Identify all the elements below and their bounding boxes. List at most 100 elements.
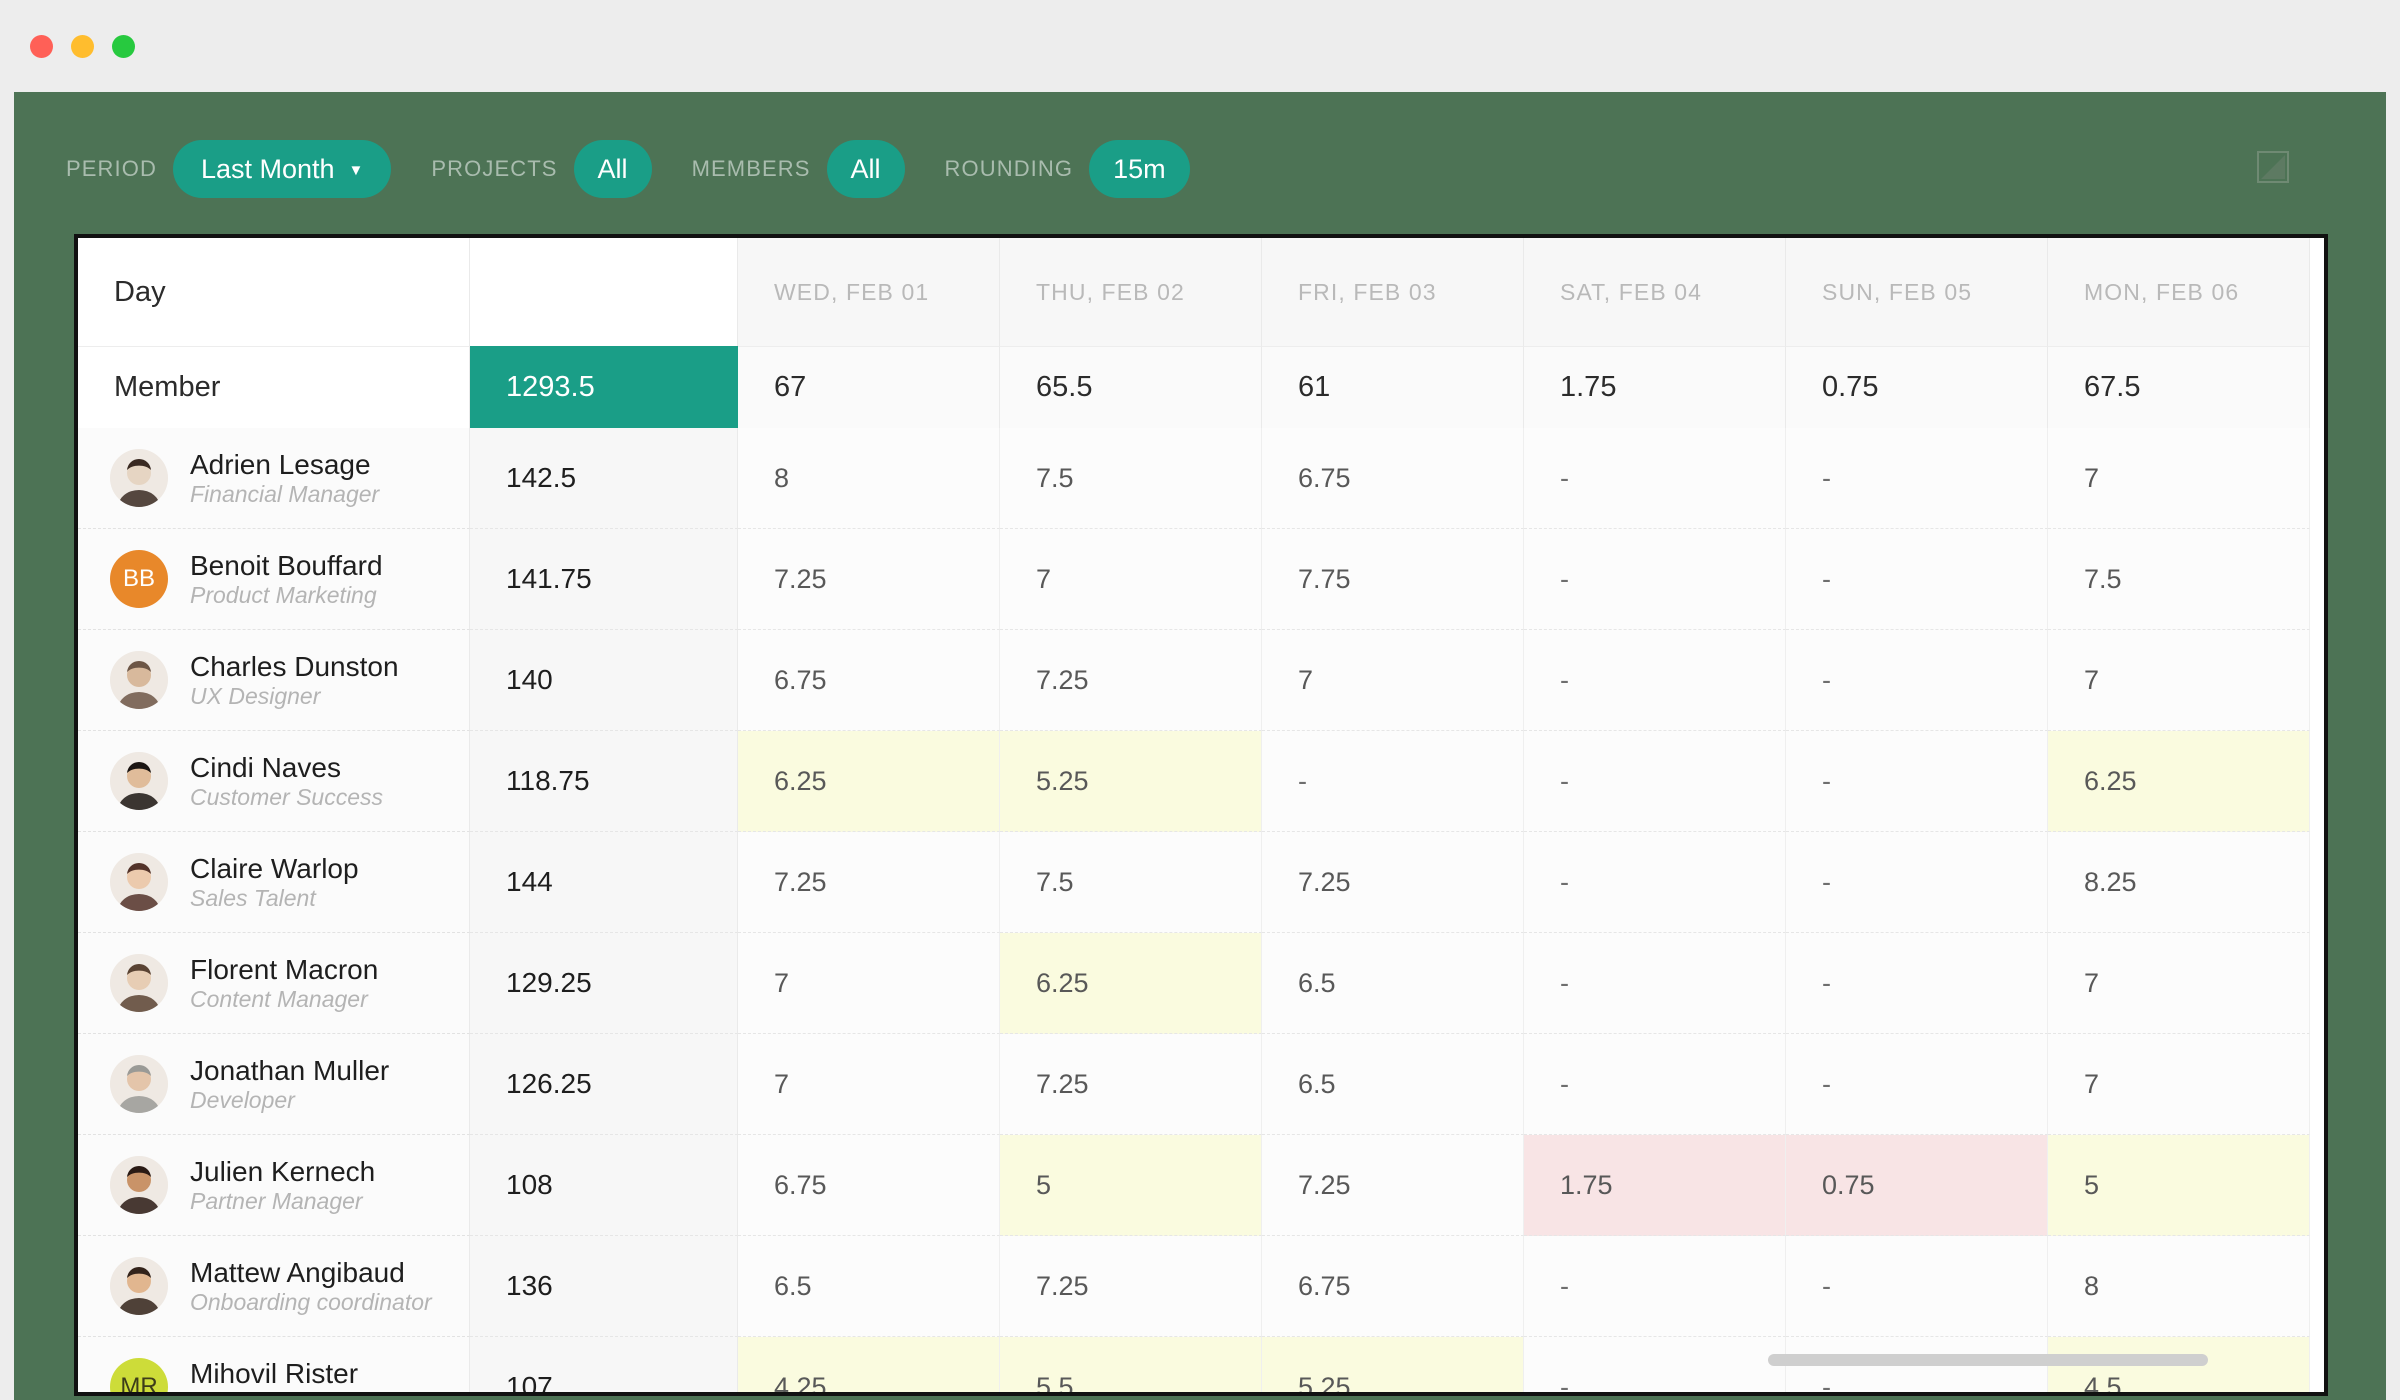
table-row[interactable]: Claire Warlop Sales Talent 144 7.25 7.5 7.25-… bbox=[78, 832, 2324, 933]
day-value-cell[interactable]: - bbox=[1786, 933, 2048, 1034]
day-value-cell[interactable]: 7.25 bbox=[738, 832, 1000, 933]
day-value-cell[interactable]: - bbox=[1786, 1034, 2048, 1135]
table-row[interactable]: Adrien Lesage Financial Manager 142.5 8 7.5 6… bbox=[78, 428, 2324, 529]
day-value-cell[interactable]: 6.5 bbox=[1262, 933, 1524, 1034]
day-value-cell[interactable]: 6.75 bbox=[738, 1135, 1000, 1236]
day-value-cell[interactable]: - bbox=[1524, 1034, 1786, 1135]
table-row[interactable]: Mattew Angibaud Onboarding coordinator 136… bbox=[78, 1236, 2324, 1337]
day-value-cell[interactable]: 5.25 bbox=[1262, 1337, 1524, 1392]
table-row[interactable]: Charles Dunston UX Designer 140 6.75 7.25 7- -… bbox=[78, 630, 2324, 731]
column-header-day-4[interactable]: SUN, FEB 05 bbox=[1786, 238, 2048, 346]
column-header-day-2[interactable]: FRI, FEB 03 bbox=[1262, 238, 1524, 346]
day-value-cell[interactable]: 6.25 bbox=[1000, 933, 1262, 1034]
day-value-cell[interactable]: 5 bbox=[1000, 1135, 1262, 1236]
day-value-cell[interactable]: 7 bbox=[1000, 529, 1262, 630]
day-value-cell[interactable]: 6.25 bbox=[2048, 731, 2310, 832]
column-header-day-0[interactable]: WED, FEB 01 bbox=[738, 238, 1000, 346]
day-value-cell[interactable]: 7.25 bbox=[1000, 1236, 1262, 1337]
day-value-cell[interactable]: 7.25 bbox=[1262, 1135, 1524, 1236]
member-cell[interactable]: BB Benoit Bouffard Product Marketing bbox=[78, 529, 470, 630]
filter-pill-projects[interactable]: All bbox=[573, 140, 652, 198]
day-value-cell[interactable]: - bbox=[1786, 529, 2048, 630]
day-value-cell[interactable]: 7.5 bbox=[1000, 428, 1262, 529]
day-value-cell[interactable]: 5 bbox=[2048, 1135, 2310, 1236]
horizontal-scrollbar[interactable] bbox=[1768, 1354, 2208, 1366]
day-value-cell[interactable]: 7.5 bbox=[1000, 832, 1262, 933]
day-value-cell[interactable]: - bbox=[1524, 933, 1786, 1034]
day-value-cell[interactable]: 5.5 bbox=[1000, 1337, 1262, 1392]
day-value-cell[interactable]: - bbox=[1524, 731, 1786, 832]
day-value-cell[interactable]: 7 bbox=[738, 933, 1000, 1034]
member-cell[interactable]: Jonathan Muller Developer bbox=[78, 1034, 470, 1135]
day-value-cell[interactable]: 5.25 bbox=[1000, 731, 1262, 832]
day-value-cell[interactable]: - bbox=[1262, 731, 1524, 832]
day-value-cell[interactable]: - bbox=[1524, 1337, 1786, 1392]
day-value-cell[interactable]: - bbox=[1786, 832, 2048, 933]
member-cell[interactable]: Julien Kernech Partner Manager bbox=[78, 1135, 470, 1236]
day-value-cell[interactable]: - bbox=[1786, 1236, 2048, 1337]
day-value-cell[interactable]: 7.25 bbox=[1262, 832, 1524, 933]
window-minimize-button[interactable] bbox=[71, 34, 94, 58]
day-value-cell[interactable]: 7.25 bbox=[1000, 630, 1262, 731]
column-header-day-5[interactable]: MON, FEB 06 bbox=[2048, 238, 2310, 346]
day-value-cell[interactable]: 8.25 bbox=[2048, 832, 2310, 933]
table-row[interactable]: Julien Kernech Partner Manager 108 6.75 5 7.2… bbox=[78, 1135, 2324, 1236]
day-value-cell[interactable]: 7.25 bbox=[1000, 1034, 1262, 1135]
day-value-cell[interactable]: 6.5 bbox=[1262, 1034, 1524, 1135]
member-cell[interactable]: Florent Macron Content Manager bbox=[78, 933, 470, 1034]
expand-icon[interactable] bbox=[2256, 150, 2290, 184]
table-row[interactable]: Jonathan Muller Developer 126.25 7 7.25 6.5- -… bbox=[78, 1034, 2324, 1135]
day-value-cell[interactable]: - bbox=[1524, 428, 1786, 529]
day-value-cell[interactable]: 7.75 bbox=[1262, 529, 1524, 630]
filter-value: All bbox=[597, 153, 628, 184]
filter-pill-period[interactable]: Last Month ▼ bbox=[172, 140, 392, 198]
day-value-cell[interactable]: 7 bbox=[738, 1034, 1000, 1135]
day-value-cell[interactable]: 8 bbox=[738, 428, 1000, 529]
filter-pill-rounding[interactable]: 15m bbox=[1089, 140, 1190, 198]
table-row[interactable]: Cindi Naves Customer Success 118.75 6.25 5.2… bbox=[78, 731, 2324, 832]
day-value-cell[interactable]: 4.5 bbox=[2048, 1337, 2310, 1392]
member-cell[interactable]: Mattew Angibaud Onboarding coordinator bbox=[78, 1236, 470, 1337]
day-value-cell[interactable]: 6.5 bbox=[738, 1236, 1000, 1337]
member-role: UX Designer bbox=[190, 682, 321, 709]
day-value-cell[interactable]: - bbox=[1786, 630, 2048, 731]
day-value-cell[interactable]: 7.5 bbox=[2048, 529, 2310, 630]
member-cell[interactable]: MR Mihovil RisterCRO bbox=[78, 1337, 470, 1392]
day-value-cell[interactable]: 0.75 bbox=[1786, 1135, 2048, 1236]
column-header-day-1[interactable]: THU, FEB 02 bbox=[1000, 238, 1262, 346]
window-zoom-button[interactable] bbox=[112, 34, 135, 58]
day-value-cell[interactable]: 6.25 bbox=[738, 731, 1000, 832]
day-value-cell[interactable]: 7 bbox=[2048, 1034, 2310, 1135]
day-value-cell[interactable]: 7 bbox=[2048, 428, 2310, 529]
window-close-button[interactable] bbox=[30, 34, 53, 58]
member-text: Adrien Lesage Financial Manager bbox=[190, 448, 379, 509]
day-value-cell[interactable]: - bbox=[1786, 731, 2048, 832]
day-value-cell[interactable]: 7 bbox=[2048, 933, 2310, 1034]
day-value-cell[interactable]: - bbox=[1524, 529, 1786, 630]
filter-toolbar: PERIOD Last Month ▼ PROJECTS All MEMBERS All RO… bbox=[66, 140, 1230, 198]
day-value-cell[interactable]: 6.75 bbox=[1262, 428, 1524, 529]
day-value-cell[interactable]: 6.75 bbox=[738, 630, 1000, 731]
day-value-cell[interactable]: - bbox=[1524, 630, 1786, 731]
table-row[interactable]: Florent Macron Content Manager 129.25 7 6.25… bbox=[78, 933, 2324, 1034]
day-value-cell[interactable]: 7.25 bbox=[738, 529, 1000, 630]
day-value-cell[interactable]: - bbox=[1524, 832, 1786, 933]
table-row[interactable]: BB Benoit Bouffard Product Marketing 141.75… bbox=[78, 529, 2324, 630]
day-value-cell[interactable]: 7 bbox=[2048, 630, 2310, 731]
member-cell[interactable]: Claire Warlop Sales Talent bbox=[78, 832, 470, 933]
member-cell[interactable]: Adrien Lesage Financial Manager bbox=[78, 428, 470, 529]
day-value-cell[interactable]: - bbox=[1524, 1236, 1786, 1337]
filter-pill-members[interactable]: All bbox=[826, 140, 905, 198]
day-value-cell[interactable]: - bbox=[1786, 1337, 2048, 1392]
day-value-cell[interactable]: 7 bbox=[1262, 630, 1524, 731]
column-header-day-3[interactable]: SAT, FEB 04 bbox=[1524, 238, 1786, 346]
day-value-cell[interactable]: - bbox=[1786, 428, 2048, 529]
day-value-cell[interactable]: 6.75 bbox=[1262, 1236, 1524, 1337]
day-value-cell[interactable]: 4.25 bbox=[738, 1337, 1000, 1392]
day-value-cell[interactable]: 1.75 bbox=[1524, 1135, 1786, 1236]
member-cell[interactable]: Cindi Naves Customer Success bbox=[78, 731, 470, 832]
member-cell[interactable]: Charles Dunston UX Designer bbox=[78, 630, 470, 731]
table-row[interactable]: MRMihovil RisterCRO1074.255.55.25--4.5 bbox=[78, 1337, 2324, 1392]
day-value-cell[interactable]: 8 bbox=[2048, 1236, 2310, 1337]
table-header-row: Day WED, FEB 01 THU, FEB 02 FRI, FEB 03 SAT,… bbox=[78, 238, 2324, 346]
